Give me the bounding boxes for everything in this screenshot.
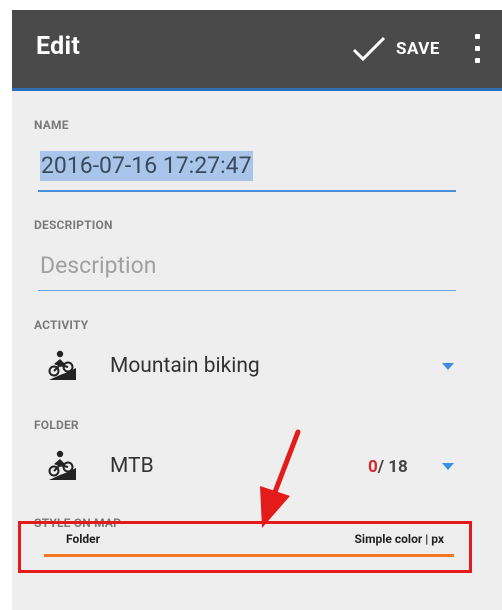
name-input[interactable]: 2016-07-16 17:27:47 <box>38 146 456 192</box>
name-value: 2016-07-16 17:27:47 <box>40 151 253 181</box>
mountain-bike-icon <box>48 450 76 480</box>
folder-value: MTB <box>110 454 154 478</box>
dropdown-arrow-icon <box>442 363 454 370</box>
dropdown-arrow-icon <box>442 463 454 470</box>
page-title: Edit <box>36 32 81 61</box>
more-options-icon[interactable] <box>470 32 486 66</box>
style-on-map-row[interactable]: Folder Simple color | px <box>22 524 472 564</box>
edit-screen: Edit SAVE NAME 2016-07-16 17:27:47 DESCR… <box>12 10 502 610</box>
mountain-bike-icon <box>48 350 76 380</box>
style-value: Simple color | px <box>354 532 444 546</box>
description-input[interactable]: Description <box>38 246 456 291</box>
save-button[interactable]: SAVE <box>352 26 440 72</box>
description-placeholder: Description <box>40 252 157 279</box>
folder-count-current: 0 <box>368 457 378 477</box>
checkmark-icon <box>352 36 386 62</box>
folder-label: FOLDER <box>34 418 79 432</box>
activity-value: Mountain biking <box>110 354 260 378</box>
activity-label: ACTIVITY <box>34 318 89 332</box>
folder-count-total: / 18 <box>377 457 408 477</box>
save-label: SAVE <box>396 39 440 59</box>
style-source: Folder <box>66 532 101 546</box>
description-label: DESCRIPTION <box>34 218 113 232</box>
track-color-line <box>44 554 454 557</box>
folder-count: 0/ 18 <box>368 457 408 477</box>
folder-dropdown[interactable]: MTB 0/ 18 <box>30 442 480 492</box>
activity-dropdown[interactable]: Mountain biking <box>30 342 480 392</box>
name-label: NAME <box>34 118 69 132</box>
app-bar: Edit SAVE <box>12 10 502 91</box>
